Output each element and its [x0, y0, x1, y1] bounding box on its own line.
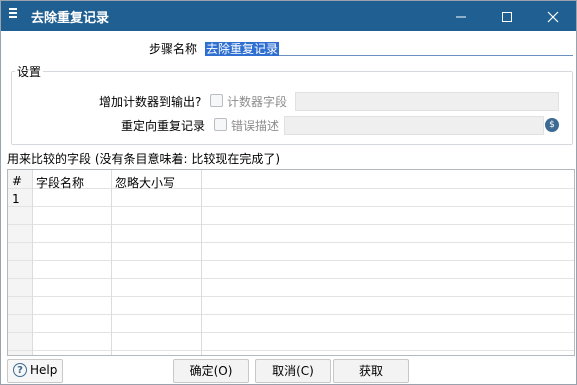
variable-icon[interactable]: $	[545, 118, 559, 132]
error-desc-label: 错误描述	[231, 119, 280, 133]
window-title: 去除重复记录	[31, 11, 110, 26]
step-name-value: 去除重复记录	[205, 42, 280, 56]
redirect-duplicates-checkbox[interactable]	[214, 118, 227, 131]
maximize-icon	[502, 11, 512, 22]
close-button[interactable]	[530, 1, 576, 31]
help-icon: ?	[13, 363, 27, 377]
dialog-window: 去除重复记录 步骤名称 去除重复记录 设置 增加计数器到输出? 计数器字段 重定…	[0, 0, 577, 385]
counter-field-input[interactable]	[295, 92, 559, 111]
help-button-label: Help	[30, 363, 58, 377]
settings-group-label: 设置	[15, 63, 44, 80]
minimize-icon	[456, 16, 466, 17]
compare-fields-table[interactable]: # 字段名称 忽略大小写 1	[7, 169, 575, 356]
add-counter-label: 增加计数器到输出?	[99, 95, 202, 109]
add-counter-checkbox[interactable]	[210, 94, 223, 107]
compare-fields-label: 用来比较的字段 (没有条目意味着: 比较现在完成了)	[7, 152, 281, 166]
maximize-button[interactable]	[484, 1, 530, 31]
close-icon	[547, 11, 559, 22]
help-button[interactable]: ? Help	[7, 359, 63, 383]
step-name-label: 步骤名称	[149, 42, 198, 56]
table-header-num: #	[12, 174, 23, 188]
get-fields-button[interactable]: 获取	[333, 359, 409, 383]
app-menu-icon[interactable]	[9, 8, 17, 23]
table-row-number: 1	[12, 192, 20, 206]
redirect-duplicates-label: 重定向重复记录	[121, 119, 206, 133]
ok-button[interactable]: 确定(O)	[173, 359, 249, 383]
title-bar[interactable]: 去除重复记录	[1, 1, 576, 31]
table-header-ignore-case: 忽略大小写	[115, 176, 176, 190]
step-name-input[interactable]: 去除重复记录	[205, 40, 573, 56]
counter-field-label: 计数器字段	[227, 95, 288, 109]
error-desc-input[interactable]	[284, 116, 544, 135]
cancel-button[interactable]: 取消(C)	[255, 359, 331, 383]
minimize-button[interactable]	[438, 1, 484, 31]
table-grid	[8, 170, 574, 355]
table-header-field-name: 字段名称	[36, 176, 85, 190]
